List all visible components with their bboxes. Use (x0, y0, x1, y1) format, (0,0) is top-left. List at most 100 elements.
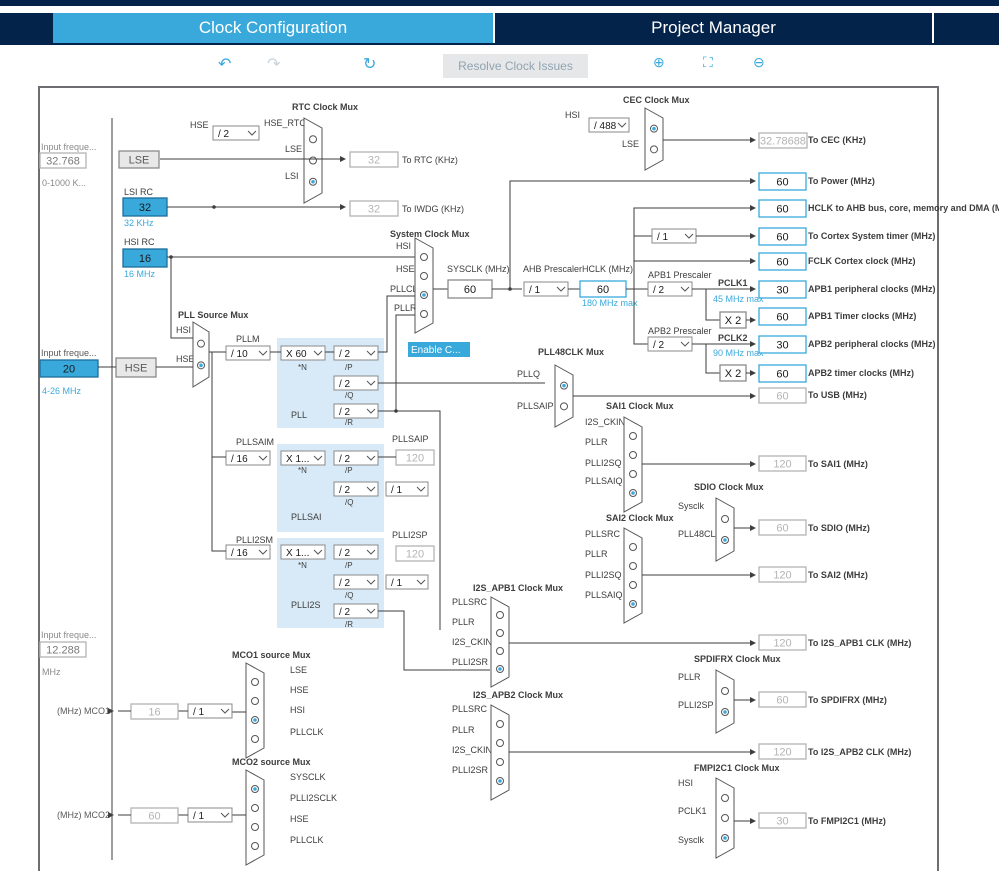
output-value-box-5-text[interactable]: 60 (776, 312, 788, 324)
radio-button[interactable] (629, 562, 637, 570)
radio-selected-icon (723, 836, 727, 840)
ahb-prescaler-label: AHB Prescaler (523, 264, 582, 274)
radio-button[interactable] (496, 739, 504, 747)
radio-button[interactable] (629, 543, 637, 551)
mco1-in3-label: HSI (290, 705, 305, 715)
mco1-value-box-text[interactable]: 16 (148, 707, 160, 719)
pll48clk-mux[interactable] (554, 364, 574, 428)
i2s_apb2-clock-mux[interactable] (490, 704, 510, 801)
arrow-icon (750, 317, 756, 323)
lse-block-text[interactable]: LSE (129, 155, 150, 167)
radio-button[interactable] (420, 272, 428, 280)
radio-selected-icon (311, 179, 315, 184)
radio-button[interactable] (197, 339, 205, 348)
i2s-frequency-input-text[interactable]: 12.288 (46, 645, 80, 657)
hse-block-text[interactable]: HSE (125, 363, 148, 375)
mco2-in3-label: HSE (290, 814, 309, 824)
radio-button[interactable] (629, 451, 637, 459)
fmpi2c-value-box-text[interactable]: 30 (776, 816, 788, 828)
radio-selected-icon (631, 602, 635, 606)
radio-button[interactable] (496, 647, 504, 655)
radio-button[interactable] (721, 515, 729, 523)
system-clock-mux[interactable] (414, 237, 434, 334)
sdio-value-box-text[interactable]: 60 (776, 523, 788, 535)
fmpi2c-in1-label: HSI (678, 778, 693, 788)
arrow-icon (750, 178, 756, 184)
radio-button[interactable] (496, 720, 504, 728)
hsi-block-text[interactable]: 16 (139, 253, 151, 265)
cec-clock-mux[interactable] (644, 107, 664, 171)
usb-value-box-text[interactable]: 60 (776, 391, 788, 403)
mco2-value-box-text[interactable]: 60 (148, 811, 160, 823)
radio-button[interactable] (420, 253, 428, 261)
pllp-sub: /P (345, 363, 353, 372)
spdif-value-box-text[interactable]: 60 (776, 695, 788, 707)
pllsaip-value-box-text[interactable]: 120 (406, 453, 424, 465)
apb1-x2-box-text[interactable]: X 2 (725, 315, 742, 327)
iwdg-value-box-text[interactable]: 32 (368, 204, 380, 216)
fmpi2c-in2-label: PCLK1 (678, 806, 707, 816)
sai1-value-box-text[interactable]: 120 (773, 459, 791, 471)
radio-button[interactable] (251, 823, 259, 831)
rtc-value-box-text[interactable]: 32 (368, 155, 380, 167)
output-label-3: FCLK Cortex clock (MHz) (808, 256, 916, 266)
spdif-output-label: To SPDIFRX (MHz) (808, 695, 887, 705)
junction-dot (212, 205, 216, 209)
plli2sp-value-box-text[interactable]: 120 (406, 549, 424, 561)
radio-button[interactable] (251, 697, 259, 705)
radio-button[interactable] (721, 687, 729, 695)
output-value-box-3-text[interactable]: 60 (776, 257, 788, 269)
i2s_apb1-clock-mux[interactable] (490, 596, 510, 688)
radio-button[interactable] (650, 145, 658, 154)
lse-frequency-input-text[interactable]: 32.768 (46, 156, 80, 168)
radio-button[interactable] (629, 581, 637, 589)
radio-button[interactable] (251, 804, 259, 812)
output-value-box-2-text[interactable]: 60 (776, 232, 788, 244)
sai2-clock-mux[interactable] (623, 527, 643, 624)
pll-source-mux[interactable] (192, 321, 210, 388)
radio-button[interactable] (629, 432, 637, 440)
arrow-icon (340, 156, 346, 162)
radio-button[interactable] (251, 842, 259, 850)
radio-button[interactable] (496, 611, 504, 619)
output-value-box-0-text[interactable]: 60 (776, 177, 788, 189)
lsi-block-text[interactable]: 32 (139, 202, 151, 214)
output-value-box-1-text[interactable]: 60 (776, 204, 788, 216)
ahb-prescaler-select-value: / 1 (529, 285, 541, 296)
radio-button[interactable] (309, 135, 317, 144)
enable-css-label[interactable]: Enable C... (411, 345, 460, 356)
mco1-source-mux[interactable] (245, 662, 265, 759)
output-value-box-6-text[interactable]: 30 (776, 340, 788, 352)
cec-value-box-text[interactable]: 32.78688 (760, 136, 806, 148)
radio-button[interactable] (251, 678, 259, 686)
radio-button[interactable] (721, 794, 729, 802)
i2s_apb2-in1-label: PLLSRC (452, 704, 488, 714)
mco2-source-mux[interactable] (245, 769, 265, 866)
pllsaim-select-value: / 16 (231, 454, 248, 465)
radio-button[interactable] (309, 156, 317, 165)
i2s_apb1-in2-label: PLLR (452, 617, 475, 627)
output-value-box-7-text[interactable]: 60 (776, 369, 788, 381)
radio-button[interactable] (496, 758, 504, 766)
apb2-x2-box-text[interactable]: X 2 (725, 368, 742, 380)
radio-button[interactable] (496, 629, 504, 637)
i2s_apb2-value-box-text[interactable]: 120 (773, 747, 791, 759)
pllsain-sub: *N (298, 466, 307, 475)
radio-button[interactable] (420, 310, 428, 318)
radio-button[interactable] (629, 470, 637, 478)
sai2-value-box-text[interactable]: 120 (773, 570, 791, 582)
output-value-box-4-text[interactable]: 30 (776, 285, 788, 297)
i2s_apb1-value-box-text[interactable]: 120 (773, 638, 791, 650)
sdio-clock-mux[interactable] (715, 497, 735, 562)
radio-button[interactable] (251, 735, 259, 743)
radio-button[interactable] (721, 814, 729, 822)
i2s-unit: MHz (42, 667, 61, 677)
hse-frequency-input-text[interactable]: 20 (63, 364, 75, 376)
sai1-clock-mux[interactable] (623, 416, 643, 513)
hclk-value-box-text[interactable]: 60 (597, 284, 609, 296)
sysclk-value-box-text[interactable]: 60 (464, 284, 476, 296)
spdif-clock-mux[interactable] (715, 669, 735, 734)
iwdg-output-label: To IWDG (KHz) (402, 204, 464, 214)
radio-button[interactable] (560, 402, 568, 411)
arrow-icon (750, 205, 756, 211)
